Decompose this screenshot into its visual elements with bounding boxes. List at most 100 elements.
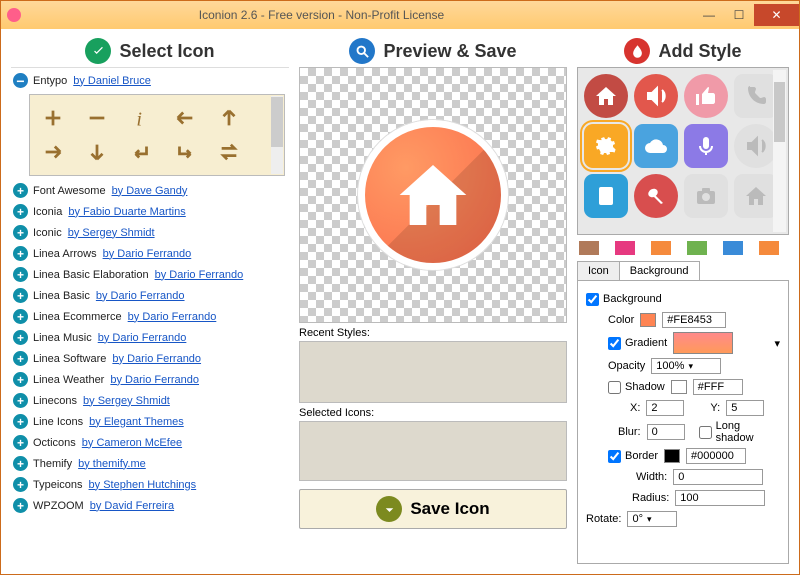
recent-styles-box[interactable] — [299, 341, 567, 403]
pack-author-link[interactable]: by Daniel Bruce — [73, 75, 151, 87]
expand-icon[interactable]: + — [13, 183, 28, 198]
ret1-icon[interactable] — [130, 141, 152, 163]
border-radius-input[interactable] — [675, 490, 765, 506]
style-preset[interactable] — [734, 74, 778, 118]
aup-icon[interactable] — [218, 107, 240, 129]
pack-author-link[interactable]: by Dario Ferrando — [103, 248, 192, 260]
pack-row[interactable]: +Line Iconsby Elegant Themes — [11, 411, 289, 432]
pack-row[interactable]: +Linea Musicby Dario Ferrando — [11, 327, 289, 348]
plus-icon[interactable] — [42, 107, 64, 129]
shadow-x-input[interactable] — [646, 400, 684, 416]
color-swatch[interactable] — [759, 241, 779, 255]
pack-author-link[interactable]: by Sergey Shmidt — [83, 395, 170, 407]
color-swatch[interactable] — [651, 241, 671, 255]
expand-icon[interactable]: + — [13, 372, 28, 387]
pack-row[interactable]: +Linea Basicby Dario Ferrando — [11, 285, 289, 306]
expand-icon[interactable]: + — [13, 309, 28, 324]
rotate-dropdown[interactable]: 0° — [627, 511, 677, 527]
style-preset[interactable] — [584, 74, 628, 118]
selected-icons-box[interactable] — [299, 421, 567, 481]
styles-scrollbar[interactable] — [773, 70, 786, 232]
style-preset[interactable] — [734, 174, 778, 218]
ret2-icon[interactable] — [174, 141, 196, 163]
pack-author-link[interactable]: by Stephen Hutchings — [89, 479, 197, 491]
tab-background[interactable]: Background — [619, 261, 700, 280]
background-checkbox[interactable] — [586, 293, 599, 306]
expand-icon[interactable]: + — [13, 477, 28, 492]
pack-row[interactable]: +Themifyby themify.me — [11, 453, 289, 474]
pack-author-link[interactable]: by Dario Ferrando — [110, 374, 199, 386]
border-width-input[interactable] — [673, 469, 763, 485]
tab-icon[interactable]: Icon — [577, 261, 620, 280]
close-button[interactable]: ✕ — [754, 4, 799, 26]
shadow-color-chip[interactable] — [671, 380, 687, 394]
pack-author-link[interactable]: by Dario Ferrando — [128, 311, 217, 323]
style-preset[interactable] — [634, 124, 678, 168]
pack-row[interactable]: +Linea Softwareby Dario Ferrando — [11, 348, 289, 369]
pack-row[interactable]: +WPZOOMby David Ferreira — [11, 495, 289, 516]
pack-row[interactable]: −Entypoby Daniel Bruce — [11, 70, 289, 91]
info-icon[interactable] — [130, 107, 152, 129]
pack-author-link[interactable]: by Dario Ferrando — [98, 332, 187, 344]
swap-icon[interactable] — [218, 141, 240, 163]
expand-icon[interactable]: + — [13, 204, 28, 219]
expand-icon[interactable]: + — [13, 414, 28, 429]
color-swatch[interactable] — [687, 241, 707, 255]
style-preset[interactable] — [634, 74, 678, 118]
blur-input[interactable] — [647, 424, 685, 440]
pack-row[interactable]: +Linea Ecommerceby Dario Ferrando — [11, 306, 289, 327]
aleft-icon[interactable] — [174, 107, 196, 129]
color-swatch[interactable] — [615, 241, 635, 255]
minus-icon[interactable] — [86, 107, 108, 129]
pack-author-link[interactable]: by Fabio Duarte Martins — [68, 206, 185, 218]
border-checkbox[interactable] — [608, 450, 621, 463]
style-preset[interactable] — [684, 74, 728, 118]
pack-row[interactable]: +Font Awesomeby Dave Gandy — [11, 180, 289, 201]
expand-icon[interactable]: + — [13, 246, 28, 261]
icon-grid-scrollbar[interactable] — [271, 96, 283, 174]
expand-icon[interactable]: + — [13, 498, 28, 513]
border-color-input[interactable]: #000000 — [686, 448, 746, 464]
save-icon-button[interactable]: Save Icon — [299, 489, 567, 529]
border-color-chip[interactable] — [664, 449, 680, 463]
color-chip[interactable] — [640, 313, 656, 327]
expand-icon[interactable]: + — [13, 393, 28, 408]
color-swatch[interactable] — [579, 241, 599, 255]
pack-row[interactable]: +Linea Arrowsby Dario Ferrando — [11, 243, 289, 264]
pack-author-link[interactable]: by Sergey Shmidt — [68, 227, 155, 239]
collapse-icon[interactable]: − — [13, 73, 28, 88]
pack-author-link[interactable]: by David Ferreira — [90, 500, 174, 512]
pack-row[interactable]: +Typeiconsby Stephen Hutchings — [11, 474, 289, 495]
pack-author-link[interactable]: by Dave Gandy — [112, 185, 188, 197]
color-swatch[interactable] — [723, 241, 743, 255]
pack-author-link[interactable]: by Dario Ferrando — [155, 269, 244, 281]
style-preset[interactable] — [684, 174, 728, 218]
color-input[interactable]: #FE8453 — [662, 312, 726, 328]
style-preset[interactable] — [684, 124, 728, 168]
pack-author-link[interactable]: by Elegant Themes — [89, 416, 184, 428]
opacity-dropdown[interactable]: 100% — [651, 358, 721, 374]
maximize-button[interactable]: ☐ — [724, 4, 754, 26]
style-preset[interactable] — [634, 174, 678, 218]
style-preset[interactable] — [584, 124, 628, 168]
expand-icon[interactable]: + — [13, 351, 28, 366]
pack-row[interactable]: +Octiconsby Cameron McEfee — [11, 432, 289, 453]
gradient-dropdown[interactable]: ▾ — [774, 337, 780, 350]
style-preset[interactable] — [734, 124, 778, 168]
expand-icon[interactable]: + — [13, 267, 28, 282]
shadow-checkbox[interactable] — [608, 381, 621, 394]
pack-author-link[interactable]: by Dario Ferrando — [96, 290, 185, 302]
aright-icon[interactable] — [42, 141, 64, 163]
style-preset[interactable] — [584, 174, 628, 218]
pack-row[interactable]: +Iconiaby Fabio Duarte Martins — [11, 201, 289, 222]
adown-icon[interactable] — [86, 141, 108, 163]
expand-icon[interactable]: + — [13, 330, 28, 345]
gradient-checkbox[interactable] — [608, 337, 621, 350]
shadow-y-input[interactable] — [726, 400, 764, 416]
shadow-color-input[interactable]: #FFF — [693, 379, 743, 395]
pack-row[interactable]: +Linea Basic Elaborationby Dario Ferrand… — [11, 264, 289, 285]
expand-icon[interactable]: + — [13, 456, 28, 471]
gradient-preview[interactable] — [673, 332, 733, 354]
pack-row[interactable]: +Iconicby Sergey Shmidt — [11, 222, 289, 243]
pack-row[interactable]: +Linea Weatherby Dario Ferrando — [11, 369, 289, 390]
